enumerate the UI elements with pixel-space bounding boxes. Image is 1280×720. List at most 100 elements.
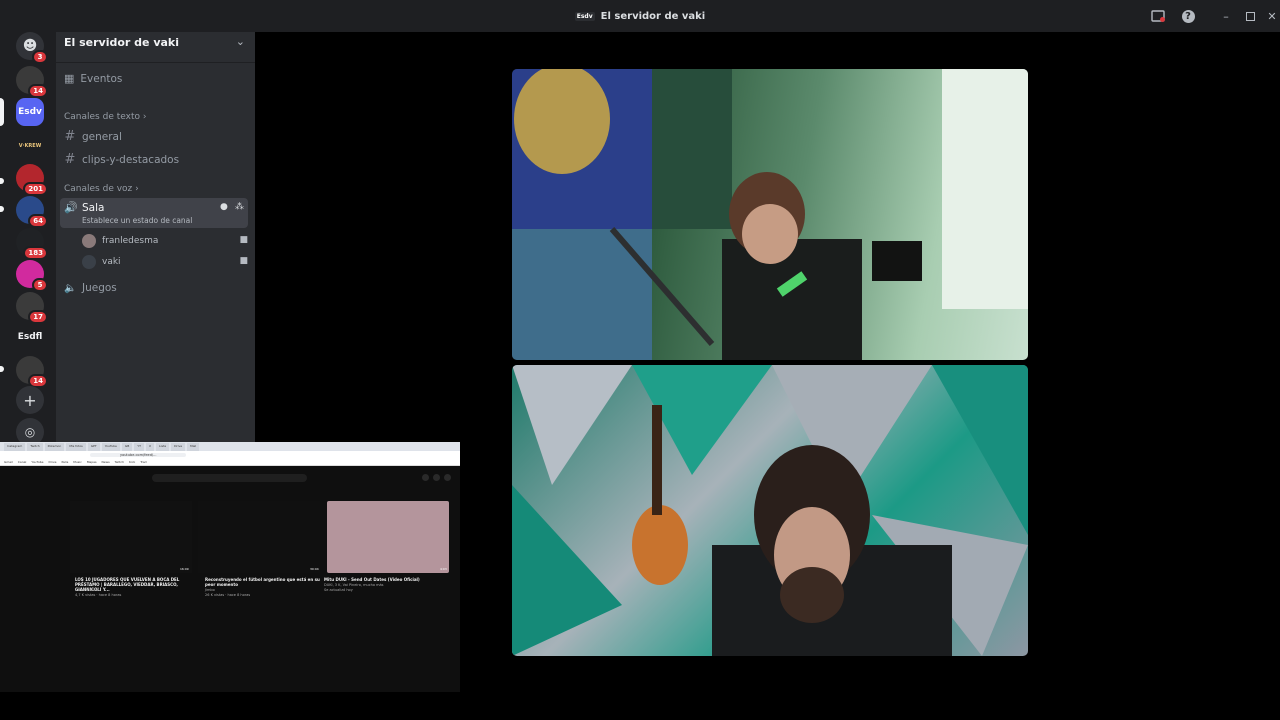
server-icon-6[interactable]: 64: [16, 196, 48, 228]
unread-indicator: [0, 366, 4, 372]
channel-sidebar: El servidor de vaki ⌄ ▦ Eventos Canales …: [56, 32, 255, 442]
bookmark[interactable]: Canal: [18, 460, 27, 464]
avatar: [82, 255, 96, 269]
browser-tab[interactable]: YouTube: [101, 443, 120, 451]
calendar-icon: ▦: [64, 72, 75, 85]
minimize-button[interactable]: –: [1218, 8, 1234, 24]
browser-tab[interactable]: Lista: [156, 443, 170, 451]
video-duration: 16:09: [180, 567, 189, 571]
bookmark[interactable]: Gmail: [4, 460, 13, 464]
voice-channel-sala[interactable]: 🔊 Sala Establece un estado de canal ● ⁂: [60, 198, 248, 228]
selected-server-indicator: [0, 98, 4, 126]
voice-channel-juegos[interactable]: 🔈 Juegos: [64, 282, 117, 294]
bookmark[interactable]: Mapas: [87, 460, 97, 464]
screen-share-window[interactable]: Instagram Twitch Pokemon Mis fotos GPT Y…: [0, 442, 460, 692]
browser-tab[interactable]: Pokemon: [44, 443, 65, 451]
bookmark[interactable]: News: [102, 460, 110, 464]
browser-tab[interactable]: Instagram: [4, 443, 26, 451]
server-rail: ☻ 3 14 Esdv V·KREW 201 64 183 5 17 Esdfl…: [0, 32, 56, 446]
video-meta: 4,7 K vistas · hace 8 horas: [75, 593, 122, 597]
server-header[interactable]: El servidor de vaki ⌄: [56, 32, 255, 63]
address-bar[interactable]: youtube.com/feed/...: [0, 451, 460, 458]
avatar[interactable]: [444, 474, 451, 481]
bookmark[interactable]: YouTube: [31, 460, 43, 464]
add-member-icon[interactable]: ⁂: [235, 202, 244, 212]
voice-channels-category[interactable]: Canales de voz ›: [64, 184, 139, 194]
video-tile-franledesma[interactable]: [512, 69, 1028, 360]
events-label: Eventos: [80, 72, 123, 85]
window-title: El servidor de vaki: [600, 10, 706, 22]
browser-tab[interactable]: Mail: [187, 443, 200, 451]
home-button[interactable]: ☻ 3: [16, 32, 48, 64]
close-button[interactable]: ✕: [1264, 8, 1280, 24]
server-icon-5[interactable]: 201: [16, 164, 48, 196]
create-icon[interactable]: [433, 474, 440, 481]
video-title[interactable]: Reconstruyendo el fútbol argentino que e…: [205, 577, 323, 587]
browser-tab[interactable]: Mis fotos: [66, 443, 86, 451]
inbox-icon[interactable]: [1150, 8, 1166, 24]
browser-tab[interactable]: GPT: [87, 443, 100, 451]
voice-member-vaki[interactable]: vaki ■: [82, 255, 248, 269]
unread-indicator: [0, 206, 4, 212]
channel-label: general: [82, 130, 122, 143]
video-thumbnail[interactable]: [70, 501, 192, 573]
text-channels-category[interactable]: Canales de texto ›: [64, 112, 146, 122]
channel-general[interactable]: # general: [64, 129, 122, 144]
channel-status-prompt[interactable]: Establece un estado de canal: [82, 216, 192, 225]
video-thumbnail[interactable]: [198, 501, 320, 573]
browser-tab[interactable]: X: [145, 443, 155, 451]
help-button[interactable]: ?: [1180, 8, 1196, 24]
browser-tab[interactable]: Drive: [171, 443, 186, 451]
camera-feed: [512, 365, 1028, 656]
bookmark[interactable]: Trad: [140, 460, 146, 464]
category-label: Canales de voz: [64, 184, 133, 194]
title-bar: Esdv El servidor de vaki ? – ✕: [0, 0, 1280, 32]
video-channel[interactable]: DUKI, 3 K, Vai Pineiro, mucho más: [324, 583, 442, 587]
video-channel[interactable]: Jimbo: [205, 588, 323, 592]
browser-tab[interactable]: Twitch: [27, 443, 43, 451]
channel-label: Sala: [82, 202, 105, 214]
server-label: V·KREW: [18, 143, 42, 149]
plus-icon: +: [23, 390, 37, 410]
video-thumbnail[interactable]: [327, 501, 449, 573]
add-server-button[interactable]: +: [16, 386, 44, 414]
server-icon-vkrew[interactable]: V·KREW: [16, 132, 44, 160]
bookmark[interactable]: Twitch: [115, 460, 124, 464]
server-name: El servidor de vaki: [64, 36, 180, 49]
server-mini-icon: Esdv: [574, 11, 595, 21]
events-item[interactable]: ▦ Eventos: [64, 72, 122, 85]
member-name: vaki: [102, 257, 121, 267]
chat-bubble-icon[interactable]: ●: [220, 202, 228, 212]
bookmark[interactable]: Music: [73, 460, 82, 464]
server-icon-2[interactable]: 14: [16, 66, 48, 98]
video-channel[interactable]: Locos Cultura: [75, 588, 193, 592]
server-icon-11[interactable]: 14: [16, 356, 48, 388]
video-duration: 30:04: [310, 567, 319, 571]
notifications-icon[interactable]: [422, 474, 429, 481]
server-icon-8[interactable]: 5: [16, 260, 48, 292]
notification-badge: 14: [28, 84, 48, 98]
channel-clips-y-destacados[interactable]: # clips-y-destacados: [64, 152, 180, 167]
avatar: [82, 234, 96, 248]
video-title[interactable]: Mitu DUKI - Send Out Dates (Video Oficia…: [324, 577, 442, 582]
camera-feed: [512, 69, 1028, 360]
bookmark[interactable]: Pelis: [61, 460, 68, 464]
camera-icon: ■: [239, 256, 248, 266]
maximize-button[interactable]: [1242, 8, 1258, 24]
youtube-search-input[interactable]: [152, 474, 307, 482]
chevron-down-icon: ⌄: [235, 35, 245, 48]
voice-member-franledesma[interactable]: franledesma ■: [82, 234, 248, 248]
browser-tab[interactable]: GB: [121, 443, 133, 451]
bookmark[interactable]: Kick: [129, 460, 135, 464]
browser-tab[interactable]: YT: [134, 443, 144, 451]
server-icon-esdv[interactable]: Esdv: [16, 98, 44, 126]
server-icon-9[interactable]: 17: [16, 292, 48, 324]
server-icon-esdfl[interactable]: Esdfl: [16, 323, 44, 351]
bookmark[interactable]: Drive: [48, 460, 56, 464]
speaker-icon: 🔊: [64, 201, 78, 214]
notification-badge: 183: [23, 246, 48, 260]
video-tile-vaki[interactable]: [512, 365, 1028, 656]
server-icon-7[interactable]: 183: [16, 228, 48, 260]
notification-badge: 5: [32, 278, 48, 292]
channel-label: Juegos: [82, 282, 117, 294]
